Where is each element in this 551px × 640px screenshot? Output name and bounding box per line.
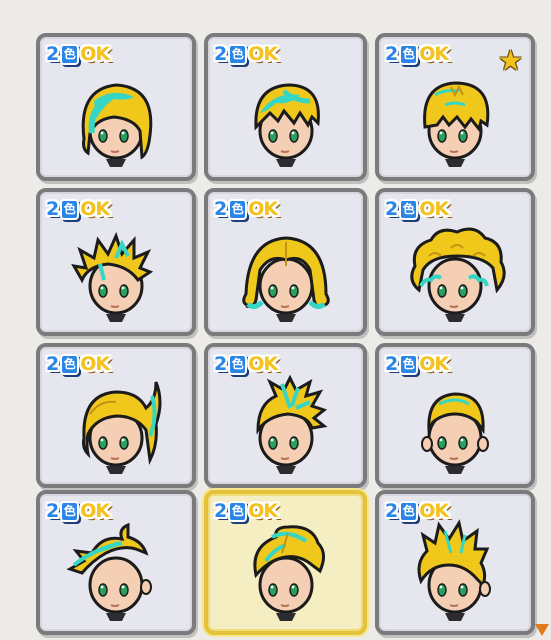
hairstyle-option-swoop[interactable]: 2 色 OK (36, 490, 196, 635)
hair-portrait-mohawk (226, 368, 346, 484)
hair-portrait-ponytail (56, 368, 176, 484)
hair-portrait-short-messy (395, 61, 515, 177)
hairstyle-option-ponytail[interactable]: 2 色 OK (36, 343, 196, 488)
hair-portrait-afro (395, 216, 515, 332)
hair-portrait-curled-bob (226, 216, 346, 332)
hairstyle-option-bob-teal[interactable]: 2 色 OK (36, 33, 196, 181)
hair-portrait-swoop (56, 515, 176, 631)
hair-portrait-tousled-teal (226, 61, 346, 177)
hairstyle-option-buzz[interactable]: 2 色 OK (375, 343, 535, 488)
hairstyle-option-tousled-teal[interactable]: 2 色 OK (204, 33, 367, 181)
hairstyle-option-spiky[interactable]: 2 色 OK (36, 188, 196, 336)
hairstyle-option-mohawk[interactable]: 2 色 OK (204, 343, 367, 488)
hairstyle-option-quiff[interactable]: 2 色 OK (204, 490, 367, 635)
hairstyle-option-afro[interactable]: 2 色 OK (375, 188, 535, 336)
hair-portrait-spiky (56, 216, 176, 332)
hair-portrait-flame (395, 515, 515, 631)
hairstyle-option-flame[interactable]: 2 色 OK (375, 490, 535, 635)
hair-portrait-quiff (226, 515, 346, 631)
hairstyle-option-curled-bob[interactable]: 2 色 OK (204, 188, 367, 336)
hairstyle-grid: 2 色 OK 2 色 OK 2 色 OK ★ 2 色 OK 2 色 OK 2 色… (0, 0, 551, 640)
hairstyle-option-short-messy[interactable]: 2 色 OK ★ (375, 33, 535, 181)
hair-portrait-bob-teal (56, 61, 176, 177)
scroll-down-arrow-icon[interactable] (535, 624, 549, 636)
hair-portrait-buzz (395, 368, 515, 484)
